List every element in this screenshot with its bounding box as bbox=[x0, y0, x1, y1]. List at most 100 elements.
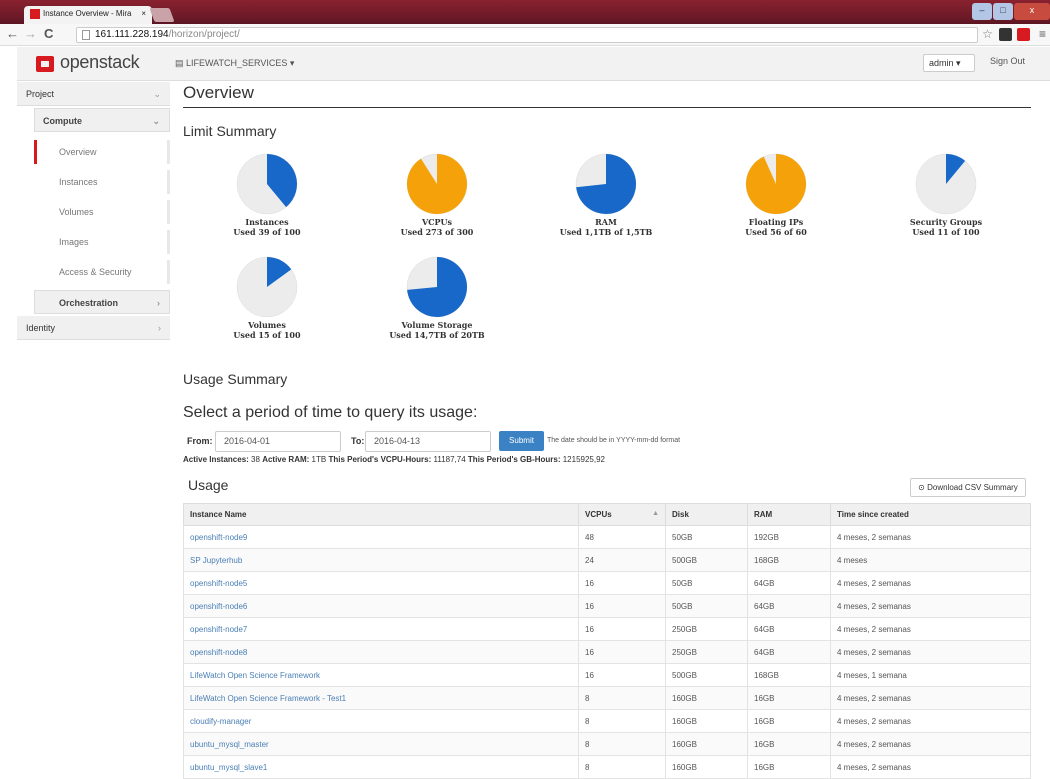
download-icon: ⊙ bbox=[918, 483, 928, 492]
cell-instance-name[interactable]: openshift-node8 bbox=[183, 640, 579, 664]
window-minimize-button[interactable]: – bbox=[972, 3, 992, 20]
caret-down-icon: ▾ bbox=[287, 58, 295, 68]
reload-icon[interactable]: C bbox=[44, 27, 53, 41]
bookmark-star-icon[interactable]: ☆ bbox=[981, 28, 994, 41]
col-vcpus[interactable]: VCPUs ▲ bbox=[578, 503, 666, 526]
cell-instance-name[interactable]: openshift-node6 bbox=[183, 594, 579, 618]
limit-pie: Volume Storage Used 14,7TB of 20TB bbox=[377, 256, 497, 340]
cell-time-since-created: 4 meses, 1 semana bbox=[830, 663, 1031, 687]
table-row: openshift-node5 16 50GB 64GB 4 meses, 2 sema… bbox=[183, 571, 1031, 595]
cell-time-since-created: 4 meses, 2 semanas bbox=[830, 594, 1031, 618]
cell-time-since-created: 4 meses, 2 semanas bbox=[830, 617, 1031, 641]
tab-close-icon[interactable]: × bbox=[141, 9, 146, 18]
col-disk[interactable]: Disk bbox=[665, 503, 748, 526]
sidebar-item-access-security[interactable]: Access & Security bbox=[34, 260, 170, 284]
cell-ram: 64GB bbox=[747, 571, 831, 595]
download-csv-button[interactable]: ⊙ Download CSV Summary bbox=[910, 478, 1026, 497]
sidebar-project[interactable]: Project ⌄ bbox=[17, 82, 170, 106]
user-menu-button[interactable]: admin ▾ bbox=[923, 54, 975, 72]
limit-pie: RAM Used 1,1TB of 1,5TB bbox=[546, 153, 666, 237]
pie-chart bbox=[915, 153, 977, 215]
cell-instance-name[interactable]: SP Jupyterhub bbox=[183, 548, 579, 572]
cell-instance-name[interactable]: openshift-node9 bbox=[183, 525, 579, 549]
cell-ram: 64GB bbox=[747, 617, 831, 641]
cell-instance-name[interactable]: ubuntu_mysql_master bbox=[183, 732, 579, 756]
sidebar-orchestration[interactable]: Orchestration › bbox=[34, 290, 170, 314]
col-ram[interactable]: RAM bbox=[747, 503, 831, 526]
forward-arrow-icon[interactable]: → bbox=[24, 27, 37, 41]
cell-instance-name[interactable]: openshift-node5 bbox=[183, 571, 579, 595]
active-ram-value: 1TB bbox=[311, 455, 327, 464]
chevron-down-icon: ⌄ bbox=[152, 116, 160, 126]
sidebar-identity[interactable]: Identity › bbox=[17, 316, 170, 340]
window-maximize-button[interactable]: □ bbox=[993, 3, 1013, 20]
project-name: LIFEWATCH_SERVICES bbox=[186, 58, 288, 68]
back-arrow-icon[interactable]: ← bbox=[6, 27, 19, 41]
pie-used-text: Used 14,7TB of 20TB bbox=[389, 330, 485, 340]
cell-ram: 16GB bbox=[747, 755, 831, 779]
logo-text[interactable]: openstack bbox=[60, 52, 140, 73]
sidebar-compute[interactable]: Compute ⌄ bbox=[34, 108, 170, 132]
url-host: 161.111.228.194 bbox=[95, 29, 169, 40]
cell-instance-name[interactable]: openshift-node7 bbox=[183, 617, 579, 641]
openstack-logo-icon[interactable] bbox=[36, 56, 54, 72]
openstack-favicon-icon bbox=[30, 9, 40, 19]
extension-red-icon[interactable] bbox=[1017, 28, 1030, 41]
pie-chart bbox=[236, 153, 298, 215]
cell-disk: 250GB bbox=[665, 640, 748, 664]
cell-instance-name[interactable]: LifeWatch Open Science Framework bbox=[183, 663, 579, 687]
pie-used-text: Used 39 of 100 bbox=[233, 227, 301, 237]
address-bar[interactable]: 161.111.228.194/horizon/project/ bbox=[76, 27, 978, 43]
cell-ram: 192GB bbox=[747, 525, 831, 549]
sidebar-project-label: Project bbox=[26, 89, 55, 99]
cell-instance-name[interactable]: LifeWatch Open Science Framework - Test1 bbox=[183, 686, 579, 710]
browser-toolbar: ← → C 161.111.228.194/horizon/project/ ☆… bbox=[0, 24, 1050, 46]
pie-chart bbox=[406, 256, 468, 318]
pie-used-text: Used 11 of 100 bbox=[912, 227, 980, 237]
sidebar-item-overview[interactable]: Overview bbox=[34, 140, 170, 164]
cell-disk: 250GB bbox=[665, 617, 748, 641]
limit-summary-heading: Limit Summary bbox=[183, 123, 277, 139]
title-divider bbox=[183, 107, 1031, 108]
sidebar-identity-label: Identity bbox=[26, 323, 56, 333]
date-format-help: The date should be in YYYY-mm-dd format bbox=[547, 437, 681, 444]
cell-disk: 50GB bbox=[665, 571, 748, 595]
pie-chart bbox=[575, 153, 637, 215]
from-date-input[interactable]: 2016-04-01 bbox=[215, 431, 341, 452]
table-row: cloudify-manager 8 160GB 16GB 4 meses, 2 sem… bbox=[183, 709, 1031, 733]
col-time-since-created[interactable]: Time since created bbox=[830, 503, 1031, 526]
to-date-input[interactable]: 2016-04-13 bbox=[365, 431, 491, 452]
sidebar-item-instances[interactable]: Instances bbox=[34, 170, 170, 194]
cell-vcpus: 24 bbox=[578, 548, 666, 572]
sign-out-link[interactable]: Sign Out bbox=[990, 56, 1025, 66]
pie-label: Instances bbox=[245, 217, 289, 227]
window-close-button[interactable]: x bbox=[1014, 3, 1050, 20]
cell-vcpus: 8 bbox=[578, 755, 666, 779]
project-selector[interactable]: ▤ LIFEWATCH_SERVICES ▾ bbox=[175, 58, 294, 69]
cell-ram: 16GB bbox=[747, 686, 831, 710]
col-instance-name[interactable]: Instance Name bbox=[183, 503, 579, 526]
chevron-right-icon: › bbox=[157, 298, 160, 308]
cell-instance-name[interactable]: cloudify-manager bbox=[183, 709, 579, 733]
usage-stats: Active Instances: 38 Active RAM: 1TB Thi… bbox=[183, 455, 605, 464]
menu-icon[interactable]: ≡ bbox=[1036, 28, 1049, 41]
cell-disk: 50GB bbox=[665, 525, 748, 549]
cell-time-since-created: 4 meses, 2 semanas bbox=[830, 640, 1031, 664]
active-instances-label: Active Instances: bbox=[183, 455, 249, 464]
cell-disk: 160GB bbox=[665, 732, 748, 756]
browser-tab[interactable]: Instance Overview - Mira × bbox=[24, 6, 152, 24]
chevron-right-icon: › bbox=[158, 323, 161, 333]
table-row: ubuntu_mysql_master 8 160GB 16GB 4 meses, 2 … bbox=[183, 732, 1031, 756]
pie-chart bbox=[406, 153, 468, 215]
new-tab-button[interactable] bbox=[149, 8, 175, 22]
sidebar-item-volumes[interactable]: Volumes bbox=[34, 200, 170, 224]
extension-icon[interactable] bbox=[999, 28, 1012, 41]
pie-used-text: Used 273 of 300 bbox=[400, 227, 474, 237]
submit-button[interactable]: Submit bbox=[499, 431, 544, 451]
sidebar-item-images[interactable]: Images bbox=[34, 230, 170, 254]
gb-hours-value: 1215925,92 bbox=[562, 455, 605, 464]
pie-label: Floating IPs bbox=[748, 217, 804, 227]
vcpu-hours-label: This Period's VCPU-Hours: bbox=[328, 455, 432, 464]
table-row: openshift-node6 16 50GB 64GB 4 meses, 2 sema… bbox=[183, 594, 1031, 618]
cell-instance-name[interactable]: ubuntu_mysql_slave1 bbox=[183, 755, 579, 779]
